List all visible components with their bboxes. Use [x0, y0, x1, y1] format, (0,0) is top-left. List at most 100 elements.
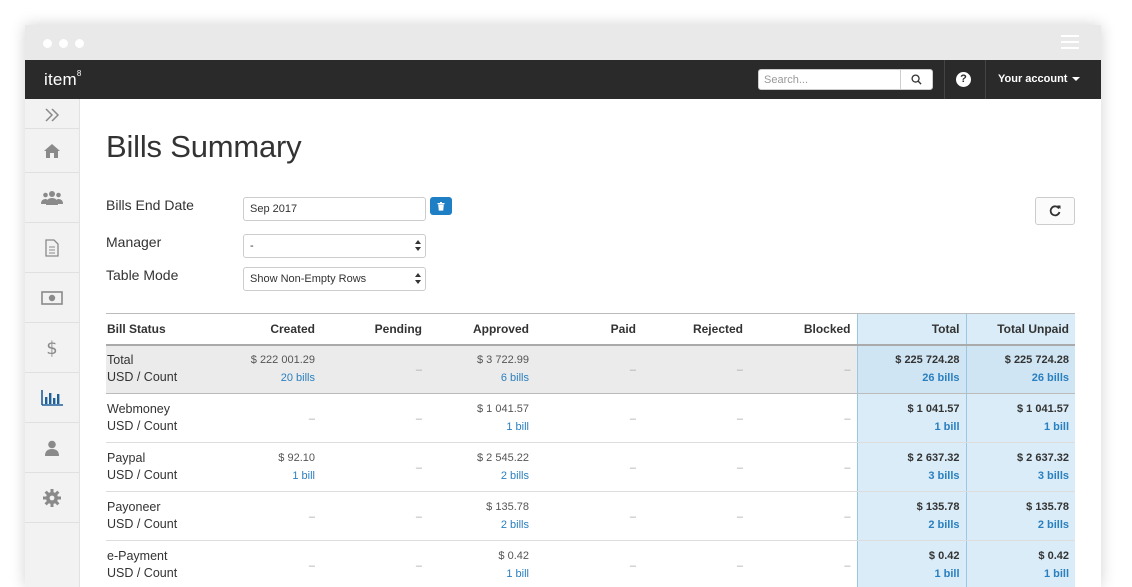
cell-count-link[interactable]: 3 bills — [973, 467, 1069, 485]
refresh-icon — [1049, 205, 1061, 217]
sidebar-item-home[interactable] — [25, 129, 79, 173]
cell-count-link[interactable]: 2 bills — [864, 516, 959, 534]
cell-count-link[interactable]: 2 bills — [973, 516, 1069, 534]
column-header[interactable]: Total — [856, 313, 966, 346]
window-dot-icon[interactable] — [59, 39, 68, 48]
sidebar-item-payments[interactable] — [25, 273, 79, 323]
column-header[interactable]: Pending — [321, 313, 428, 346]
table-cell-total-unpaid: $ 0.42 1 bill — [965, 540, 1075, 587]
row-name: Webmoney — [107, 402, 170, 416]
empty-dash: – — [629, 560, 636, 572]
cell-count-link[interactable]: 3 bills — [864, 467, 959, 485]
cell-count-link[interactable]: 1 bill — [864, 418, 959, 436]
row-name: Paypal — [107, 451, 146, 465]
table-cell-total-unpaid: $ 2 637.32 3 bills — [965, 442, 1075, 492]
column-header[interactable]: Paid — [535, 313, 642, 346]
cell-count-link[interactable]: 20 bills — [220, 369, 315, 387]
table-cell: – — [214, 540, 321, 587]
table-cell: – — [642, 442, 749, 492]
table-cell: $ 92.10 1 bill — [214, 442, 321, 492]
caret-down-icon — [1072, 77, 1081, 82]
help-icon[interactable]: ? — [956, 72, 971, 87]
cell-count-link[interactable]: 2 bills — [434, 516, 529, 534]
sidebar-item-profile[interactable] — [25, 423, 79, 473]
refresh-button[interactable] — [1035, 197, 1075, 225]
bills-summary-table: Bill Status Created Pending Approved Pai… — [106, 313, 1075, 587]
table-cell: – — [749, 442, 857, 492]
sidebar-item-users[interactable] — [25, 173, 79, 223]
sidebar-item-finance[interactable]: $ — [25, 323, 79, 373]
cell-amount: $ 0.42 — [928, 550, 960, 562]
column-header[interactable]: Bill Status — [106, 313, 214, 346]
cell-count-link[interactable]: 1 bill — [434, 565, 529, 583]
table-cell: $ 135.78 2 bills — [428, 491, 535, 541]
column-header[interactable]: Rejected — [642, 313, 749, 346]
account-dropdown[interactable]: Your account — [998, 73, 1081, 85]
empty-dash: – — [308, 511, 315, 523]
row-label-cell: Webmoney USD / Count — [106, 393, 214, 443]
cell-count-link[interactable]: 1 bill — [973, 418, 1069, 436]
table-cell-total: $ 225 724.28 26 bills — [856, 344, 966, 394]
table-mode-select[interactable]: Show Non-Empty Rows — [243, 267, 426, 291]
table-row: e-Payment USD / Count – – $ 0.42 1 bill – … — [106, 540, 1075, 587]
table-cell-total: $ 2 637.32 3 bills — [856, 442, 966, 492]
table-cell: $ 1 041.57 1 bill — [428, 393, 535, 443]
sidebar-item-documents[interactable] — [25, 223, 79, 273]
table-cell: – — [642, 540, 749, 587]
table-cell: – — [321, 491, 428, 541]
cell-count-link[interactable]: 26 bills — [973, 369, 1069, 387]
table-cell: – — [321, 344, 428, 394]
table-cell: – — [749, 491, 857, 541]
cell-count-link[interactable]: 1 bill — [973, 565, 1069, 583]
column-header[interactable]: Total Unpaid — [965, 313, 1075, 346]
cell-amount: $ 1 041.57 — [907, 403, 960, 415]
cell-count-link[interactable]: 1 bill — [434, 418, 529, 436]
table-cell-total: $ 135.78 2 bills — [856, 491, 966, 541]
row-name: Total — [107, 353, 134, 368]
cell-amount: $ 135.78 — [1026, 501, 1069, 513]
table-cell: – — [214, 491, 321, 541]
search-button[interactable] — [900, 70, 932, 89]
trash-icon — [437, 201, 445, 211]
brand-name: item — [44, 70, 77, 89]
gear-icon — [43, 488, 61, 507]
cell-amount: $ 135.78 — [916, 501, 960, 513]
sidebar-item-settings[interactable] — [25, 473, 79, 523]
window-chrome — [25, 25, 1101, 60]
brand-logo[interactable]: item8 — [44, 69, 82, 90]
table-cell: – — [535, 393, 642, 443]
end-date-field[interactable]: Sep 2017 — [243, 197, 426, 221]
table-cell: – — [749, 393, 857, 443]
row-name: e-Payment — [107, 549, 168, 563]
column-header[interactable]: Created — [214, 313, 321, 346]
window-dot-icon[interactable] — [75, 39, 84, 48]
cell-amount: $ 2 637.32 — [907, 452, 960, 464]
manager-select[interactable]: - — [243, 234, 426, 258]
sidebar-item-reports[interactable] — [25, 373, 79, 423]
sidebar-expand[interactable] — [25, 101, 79, 129]
cell-count-link[interactable]: 2 bills — [434, 467, 529, 485]
row-sub: USD / Count — [107, 517, 178, 531]
column-header[interactable]: Blocked — [749, 313, 857, 346]
browser-window: item8 ? Your account $ — [25, 25, 1101, 587]
empty-dash: – — [736, 413, 743, 425]
cell-count-link[interactable]: 1 bill — [220, 467, 315, 485]
table-cell: – — [642, 491, 749, 541]
table-cell-total-unpaid: $ 1 041.57 1 bill — [965, 393, 1075, 443]
calendar-button[interactable] — [430, 197, 452, 215]
cell-count-link[interactable]: 6 bills — [434, 369, 529, 387]
cell-count-link[interactable]: 26 bills — [864, 369, 959, 387]
cell-amount: $ 0.42 — [498, 550, 529, 562]
account-label: Your account — [998, 73, 1068, 85]
empty-dash: – — [844, 560, 851, 572]
column-header[interactable]: Approved — [428, 313, 535, 346]
search-input[interactable] — [759, 70, 899, 89]
empty-dash: – — [844, 413, 851, 425]
table-cell: – — [642, 344, 749, 394]
table-row: Paypal USD / Count $ 92.10 1 bill – $ 2 54… — [106, 442, 1075, 492]
window-dot-icon[interactable] — [43, 39, 52, 48]
cell-count-link[interactable]: 1 bill — [864, 565, 959, 583]
hamburger-menu-icon[interactable] — [1061, 35, 1079, 53]
bar-chart-icon — [41, 389, 63, 406]
table-cell: – — [642, 393, 749, 443]
